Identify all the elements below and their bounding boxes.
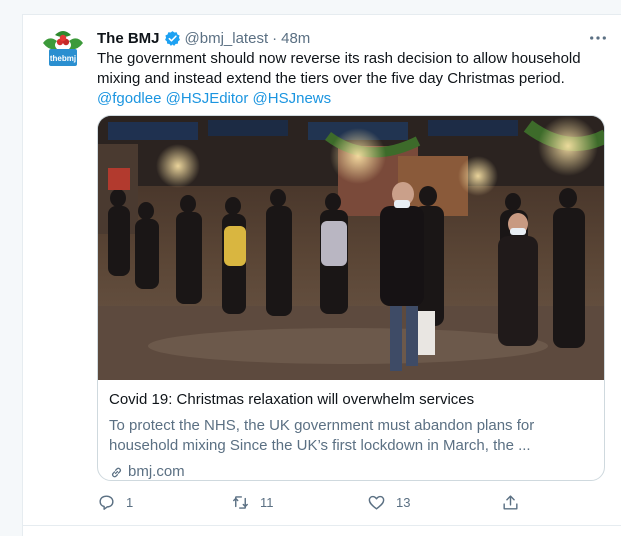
card-description: To protect the NHS, the UK government mu…: [109, 417, 535, 454]
reply-count: 1: [126, 494, 134, 510]
link-card[interactable]: Covid 19: Christmas relaxation will over…: [97, 115, 605, 481]
reply-icon: [99, 494, 114, 510]
like-button[interactable]: 13: [367, 493, 410, 512]
separator-dot: ·: [272, 29, 278, 47]
reply-button[interactable]: 1: [97, 493, 133, 512]
tweet-body: The government should now reverse its ra…: [97, 50, 581, 87]
avatar[interactable]: thebmj: [37, 25, 89, 77]
card-title: Covid 19: Christmas relaxation will over…: [109, 391, 475, 408]
retweet-button[interactable]: 11: [231, 493, 274, 512]
retweet-icon: [233, 495, 248, 509]
retweet-count: 11: [260, 494, 274, 510]
card-body: Covid 19: Christmas relaxation will over…: [109, 386, 593, 480]
divider: [23, 525, 621, 526]
more-icon[interactable]: [587, 27, 609, 49]
tweet-text: The government should now reverse its ra…: [97, 49, 603, 109]
card-domain: bmj.com: [109, 462, 593, 480]
card-domain-text: bmj.com: [128, 463, 185, 480]
author-name[interactable]: The BMJ: [97, 30, 160, 47]
tweet-time[interactable]: 48m: [281, 30, 310, 47]
tweet-header: The BMJ @bmj_latest · 48m: [97, 27, 611, 49]
mentions: @fgodlee @HSJEditor @HSJnews: [97, 89, 603, 109]
like-count: 13: [396, 494, 411, 510]
like-icon: [368, 495, 385, 510]
avatar-logo-text: thebmj: [50, 54, 76, 63]
link-icon: [112, 467, 121, 477]
action-bar: 1 11 13: [97, 491, 537, 513]
verified-icon: [164, 30, 181, 47]
mention-hsjnews[interactable]: @HSJnews: [253, 90, 332, 107]
author-handle[interactable]: @bmj_latest: [185, 30, 269, 47]
mention-hsjeditor[interactable]: @HSJEditor: [166, 90, 249, 107]
mention-fgodlee[interactable]: @fgodlee: [97, 90, 161, 107]
share-button[interactable]: [501, 493, 520, 512]
card-image[interactable]: [98, 116, 605, 380]
tweet[interactable]: thebmj The BMJ @bmj_latest · 48m The gov…: [22, 14, 621, 536]
share-icon: [503, 494, 518, 510]
